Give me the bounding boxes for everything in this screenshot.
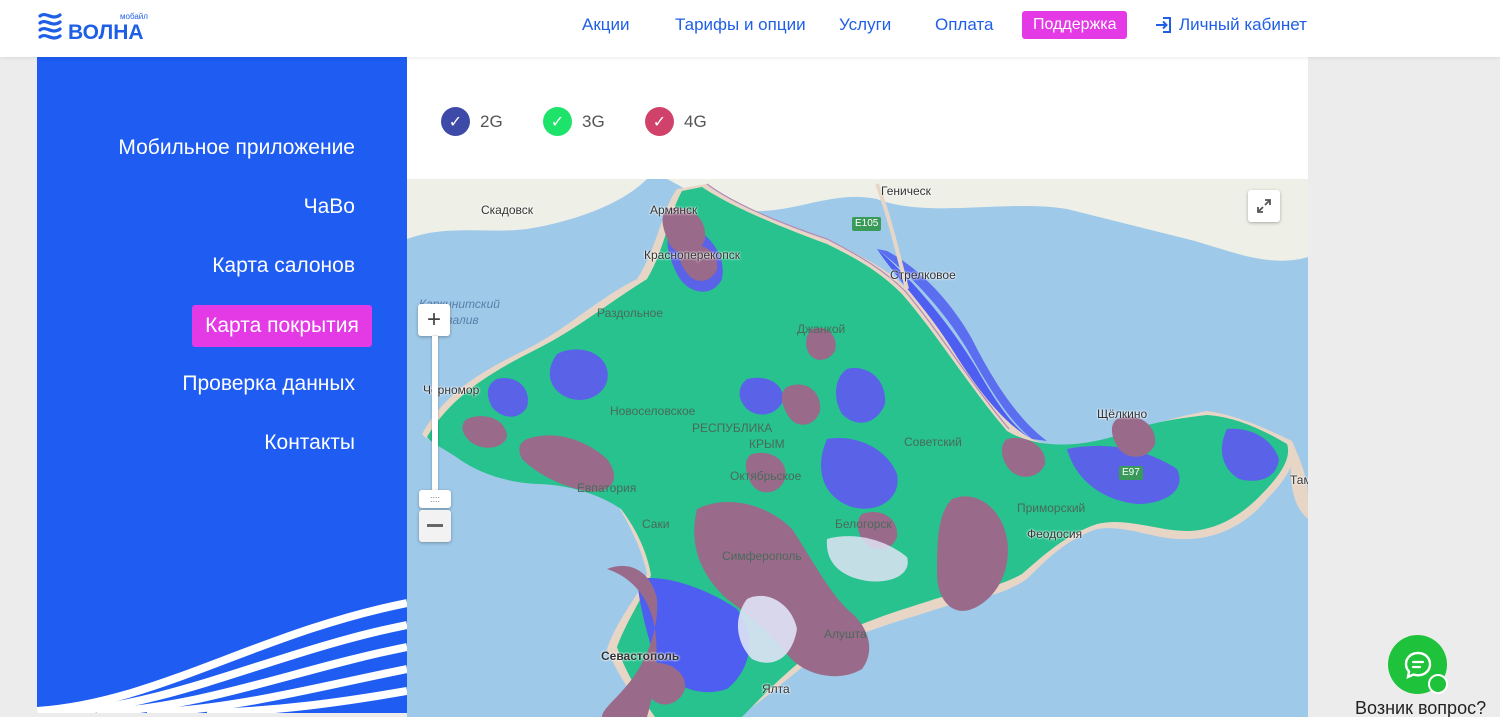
legend-label-3g: 3G (582, 111, 605, 131)
map-label-yalta: Ялта (762, 682, 790, 696)
map-label-genichesk: Геническ (881, 184, 931, 198)
checkmark-icon: ✓ (441, 107, 470, 136)
zoom-out-button[interactable] (419, 510, 451, 542)
map-label-krym: КРЫМ (749, 437, 785, 451)
sidebar-item-contacts[interactable]: Контакты (264, 431, 355, 455)
map-label-evpatoriya: Евпатория (577, 481, 637, 495)
legend-2g-toggle[interactable]: ✓ 2G (441, 107, 503, 136)
map-label-primorskiy: Приморский (1017, 501, 1086, 515)
map-label-alushta: Алушта (824, 627, 867, 641)
coverage-map[interactable]: Скадовск Армянск Красноперекопск Геничес… (407, 179, 1308, 717)
whatsapp-icon[interactable] (1428, 674, 1448, 694)
map-label-oktyabrskoe: Октябрьское (730, 469, 802, 483)
road-label-e105: E105 (852, 217, 882, 231)
sidebar-item-faq[interactable]: ЧаВо (304, 195, 355, 219)
legend-4g-toggle[interactable]: ✓ 4G (645, 107, 707, 136)
map-label-feodosiya: Феодосия (1027, 527, 1083, 541)
map-label-strelkovoe: Стрелковое (890, 268, 956, 282)
map-label-respublika: РЕСПУБЛИКА (692, 421, 773, 435)
legend-3g-toggle[interactable]: ✓ 3G (543, 107, 605, 136)
sidebar-item-store-map[interactable]: Карта салонов (212, 254, 355, 278)
sidebar-waves-decoration (37, 599, 407, 713)
map-zoom-control: + :::: (418, 304, 451, 542)
map-label-sovetskiy: Советский (904, 435, 962, 449)
chat-label: Возник вопрос? (1355, 698, 1487, 717)
map-label-shchelkino: Щёлкино (1097, 407, 1148, 421)
checkmark-icon: ✓ (645, 107, 674, 136)
sidebar-item-mobile-app[interactable]: Мобильное приложение (118, 136, 355, 160)
map-label-dzhankoy: Джанкой (797, 322, 846, 336)
fullscreen-button[interactable] (1248, 190, 1280, 222)
nav-item-payment[interactable]: Оплата (935, 14, 993, 36)
map-label-zaliv: залив (447, 313, 479, 327)
login-icon[interactable] (1155, 16, 1173, 34)
map-label-belogorsk: Белогорск (835, 517, 892, 531)
sidebar-item-data-check[interactable]: Проверка данных (182, 372, 355, 396)
coverage-content: ✓ 2G ✓ 3G ✓ 4G Скадовск Армянск Краснопе… (407, 57, 1308, 717)
map-label-krasnoperekopsk: Красноперекопск (644, 248, 740, 262)
map-label-tam: Там (1290, 473, 1308, 487)
legend-label-2g: 2G (480, 111, 503, 131)
map-label-armyansk: Армянск (650, 203, 698, 217)
nav-item-account[interactable]: Личный кабинет (1179, 14, 1307, 36)
legend-label-4g: 4G (684, 111, 707, 131)
road-label-e97: E97 (1119, 466, 1143, 480)
nav-item-services[interactable]: Услуги (839, 14, 891, 36)
nav-item-promotions[interactable]: Акции (582, 14, 630, 36)
chat-bubble-icon (1404, 651, 1431, 679)
map-label-simferopol: Симферополь (722, 549, 802, 563)
map-label-skadovsk: Скадовск (481, 203, 534, 217)
minus-icon (427, 524, 443, 527)
zoom-slider-handle[interactable]: :::: (419, 490, 451, 508)
map-label-sevastopol: Севастополь (601, 649, 680, 663)
nav-support-button[interactable]: Поддержка (1022, 11, 1128, 39)
zoom-slider-track[interactable] (431, 336, 438, 491)
nav-item-tariffs[interactable]: Тарифы и опции (675, 14, 806, 36)
sidebar: Мобильное приложение ЧаВо Карта салонов … (37, 57, 407, 713)
map-label-novoselovskoe: Новоселовское (610, 404, 696, 418)
sidebar-item-coverage-map[interactable]: Карта покрытия (192, 305, 372, 347)
main-nav: Акции Тарифы и опции Услуги Оплата Подде… (0, 0, 1500, 57)
zoom-in-button[interactable]: + (418, 304, 450, 336)
checkmark-icon: ✓ (543, 107, 572, 136)
map-label-razdolnoe: Раздольное (597, 306, 664, 320)
map-label-saki: Саки (642, 517, 670, 531)
expand-icon (1257, 199, 1271, 213)
top-bar: мобайл ВОЛНА Акции Тарифы и опции Услуги… (0, 0, 1500, 57)
